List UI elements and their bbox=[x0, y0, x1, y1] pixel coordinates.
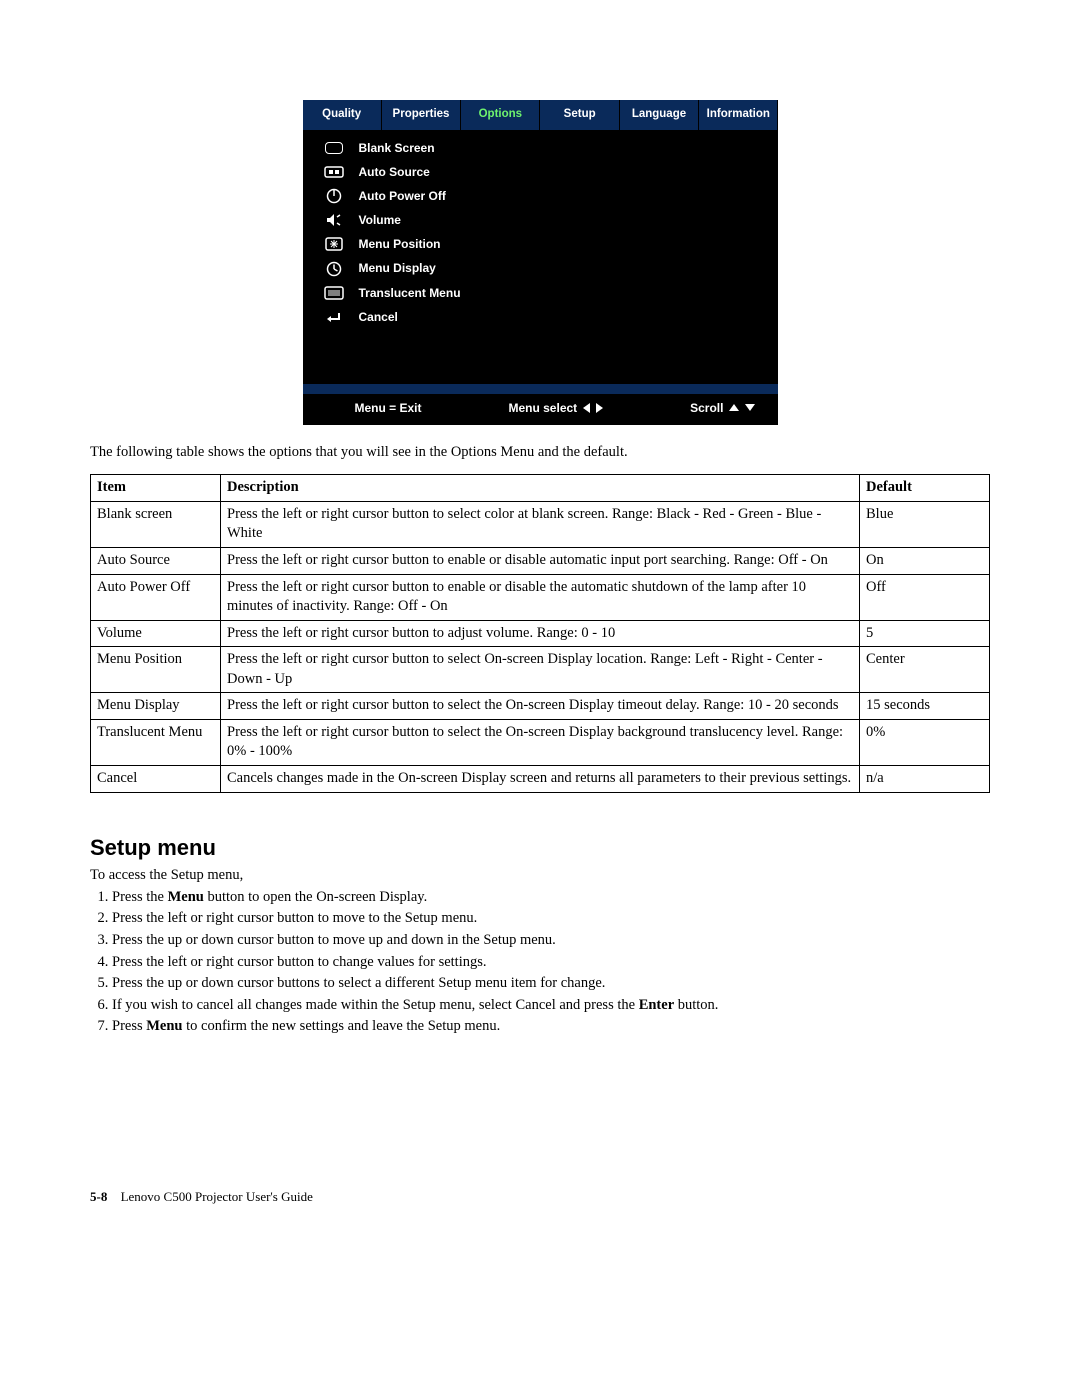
cell-description: Press the left or right cursor button to… bbox=[221, 574, 860, 620]
osd-tab-bar: QualityPropertiesOptionsSetupLanguageInf… bbox=[303, 100, 778, 130]
bold-term: Menu bbox=[168, 889, 204, 905]
osd-item-cancel: Cancel bbox=[303, 305, 778, 329]
arrow-left-icon bbox=[583, 403, 590, 413]
osd-tab-properties: Properties bbox=[382, 100, 461, 130]
cell-description: Press the left or right cursor button to… bbox=[221, 620, 860, 647]
setup-intro: To access the Setup menu, bbox=[90, 866, 990, 886]
intro-paragraph: The following table shows the options th… bbox=[90, 443, 990, 463]
osd-item-label: Volume bbox=[359, 212, 401, 228]
cell-default: Blue bbox=[860, 501, 990, 547]
table-row: Auto Power OffPress the left or right cu… bbox=[91, 574, 990, 620]
osd-item-label: Auto Source bbox=[359, 164, 430, 180]
osd-footer-menu-select: Menu select bbox=[508, 400, 603, 416]
translucent-menu-icon bbox=[323, 285, 345, 301]
osd-item-blank-screen: Blank Screen bbox=[303, 136, 778, 160]
osd-tab-quality: Quality bbox=[303, 100, 382, 130]
menu-position-icon bbox=[323, 236, 345, 252]
volume-icon bbox=[323, 212, 345, 228]
page-footer: 5-8 Lenovo C500 Projector User's Guide bbox=[90, 1188, 313, 1206]
arrow-right-icon bbox=[596, 403, 603, 413]
osd-body: Blank Screen Auto Source Auto Power Off Vol… bbox=[303, 130, 778, 384]
osd-tab-information: Information bbox=[699, 100, 777, 130]
th-item: Item bbox=[91, 475, 221, 502]
cell-default: 15 seconds bbox=[860, 693, 990, 720]
osd-item-label: Translucent Menu bbox=[359, 285, 461, 301]
cell-description: Press the left or right cursor button to… bbox=[221, 693, 860, 720]
cell-default: Center bbox=[860, 647, 990, 693]
table-row: VolumePress the left or right cursor but… bbox=[91, 620, 990, 647]
osd-footer: Menu = Exit Menu select Scroll bbox=[303, 394, 778, 425]
osd-item-auto-source: Auto Source bbox=[303, 160, 778, 184]
list-item: Press the Menu button to open the On-scr… bbox=[112, 887, 990, 909]
options-table: Item Description Default Blank screenPre… bbox=[90, 474, 990, 792]
list-item: If you wish to cancel all changes made w… bbox=[112, 995, 990, 1017]
osd-item-translucent-menu: Translucent Menu bbox=[303, 281, 778, 305]
osd-item-label: Blank Screen bbox=[359, 140, 435, 156]
osd-item-volume: Volume bbox=[303, 208, 778, 232]
cell-description: Press the left or right cursor button to… bbox=[221, 647, 860, 693]
osd-menu-figure: QualityPropertiesOptionsSetupLanguageInf… bbox=[303, 100, 778, 425]
blank-screen-icon bbox=[323, 140, 345, 156]
th-default: Default bbox=[860, 475, 990, 502]
list-item: Press Menu to confirm the new settings a… bbox=[112, 1016, 990, 1038]
cell-default: 5 bbox=[860, 620, 990, 647]
osd-footer-menu-select-label: Menu select bbox=[508, 400, 577, 416]
osd-tab-setup: Setup bbox=[540, 100, 619, 130]
cell-description: Cancels changes made in the On-screen Di… bbox=[221, 766, 860, 793]
cell-item: Menu Position bbox=[91, 647, 221, 693]
cell-item: Blank screen bbox=[91, 501, 221, 547]
auto-power-off-icon bbox=[323, 188, 345, 204]
cell-default: On bbox=[860, 547, 990, 574]
setup-steps: Press the Menu button to open the On-scr… bbox=[90, 887, 990, 1038]
cell-item: Volume bbox=[91, 620, 221, 647]
osd-tab-options: Options bbox=[461, 100, 540, 130]
cell-item: Cancel bbox=[91, 766, 221, 793]
table-row: CancelCancels changes made in the On-scr… bbox=[91, 766, 990, 793]
cell-default: n/a bbox=[860, 766, 990, 793]
bold-term: Menu bbox=[146, 1018, 182, 1034]
osd-item-label: Cancel bbox=[359, 309, 398, 325]
arrow-up-icon bbox=[729, 404, 739, 411]
list-item: Press the left or right cursor button to… bbox=[112, 908, 990, 930]
doc-title: Lenovo C500 Projector User's Guide bbox=[121, 1189, 313, 1204]
cell-default: 0% bbox=[860, 719, 990, 765]
menu-display-icon bbox=[323, 261, 345, 277]
th-description: Description bbox=[221, 475, 860, 502]
osd-item-label: Menu Position bbox=[359, 236, 441, 252]
cell-item: Auto Power Off bbox=[91, 574, 221, 620]
osd-footer-menu-exit: Menu = Exit bbox=[355, 400, 422, 416]
table-row: Menu PositionPress the left or right cur… bbox=[91, 647, 990, 693]
setup-heading: Setup menu bbox=[90, 833, 990, 863]
table-row: Translucent MenuPress the left or right … bbox=[91, 719, 990, 765]
cell-item: Translucent Menu bbox=[91, 719, 221, 765]
osd-item-auto-power-off: Auto Power Off bbox=[303, 184, 778, 208]
osd-divider bbox=[303, 384, 778, 394]
cell-description: Press the left or right cursor button to… bbox=[221, 547, 860, 574]
list-item: Press the up or down cursor button to mo… bbox=[112, 930, 990, 952]
bold-term: Enter bbox=[639, 997, 674, 1013]
osd-footer-scroll-label: Scroll bbox=[690, 400, 723, 416]
auto-source-icon bbox=[323, 164, 345, 180]
osd-tab-language: Language bbox=[620, 100, 699, 130]
osd-item-label: Menu Display bbox=[359, 260, 436, 276]
cell-description: Press the left or right cursor button to… bbox=[221, 719, 860, 765]
table-row: Menu DisplayPress the left or right curs… bbox=[91, 693, 990, 720]
list-item: Press the up or down cursor buttons to s… bbox=[112, 973, 990, 995]
table-row: Blank screenPress the left or right curs… bbox=[91, 501, 990, 547]
table-row: Auto SourcePress the left or right curso… bbox=[91, 547, 990, 574]
osd-item-menu-position: Menu Position bbox=[303, 232, 778, 256]
osd-item-label: Auto Power Off bbox=[359, 188, 446, 204]
cell-default: Off bbox=[860, 574, 990, 620]
list-item: Press the left or right cursor button to… bbox=[112, 952, 990, 974]
page-number: 5-8 bbox=[90, 1189, 107, 1204]
osd-footer-scroll: Scroll bbox=[690, 400, 755, 416]
cell-item: Menu Display bbox=[91, 693, 221, 720]
cancel-icon bbox=[323, 309, 345, 325]
osd-item-menu-display: Menu Display bbox=[303, 256, 778, 280]
cell-item: Auto Source bbox=[91, 547, 221, 574]
cell-description: Press the left or right cursor button to… bbox=[221, 501, 860, 547]
arrow-down-icon bbox=[745, 404, 755, 411]
